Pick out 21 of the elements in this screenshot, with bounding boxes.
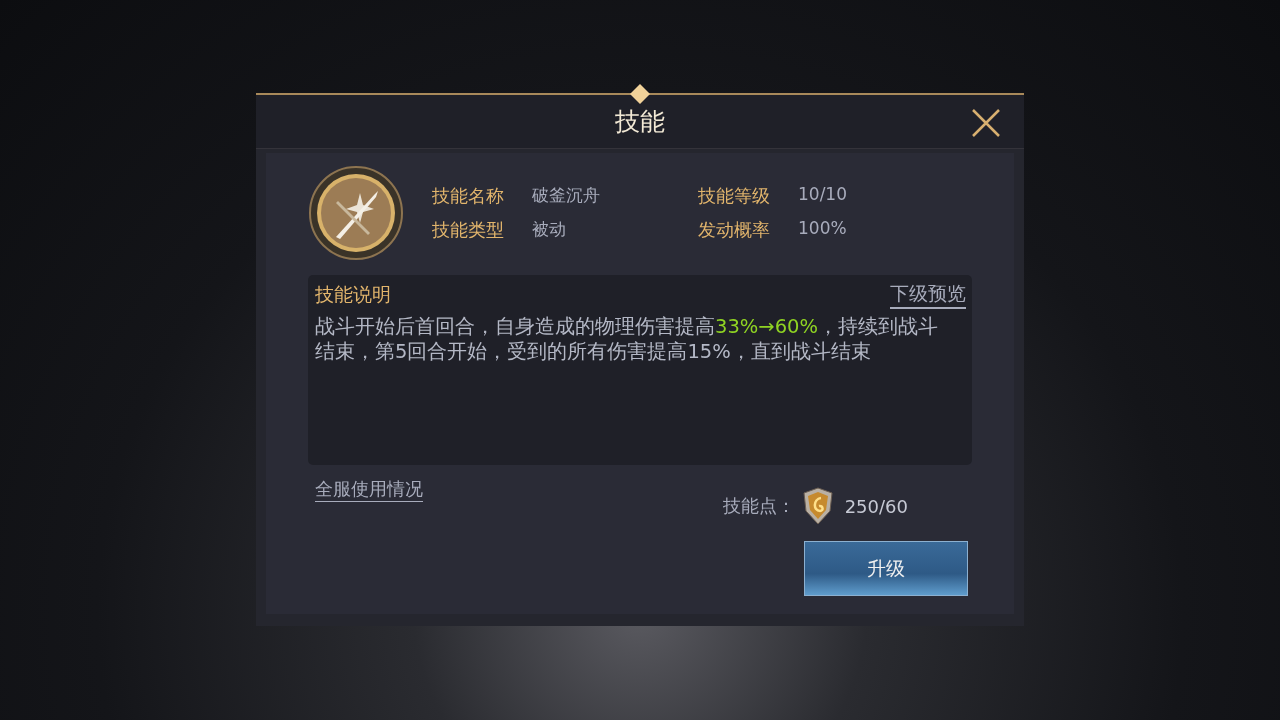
field-label: 技能等级 [698,184,771,208]
close-icon [970,107,1002,139]
field-label: 发动概率 [698,218,771,242]
skill-points-value: 250/60 [844,495,908,517]
server-usage-link[interactable]: 全服使用情况 [315,477,423,502]
crossed-swords-icon [308,165,404,261]
field-label: 技能类型 [432,218,505,242]
diamond-ornament-icon [630,84,650,104]
field-value: 100% [798,218,848,240]
field-value: 10/10 [798,184,848,206]
shield-icon [800,487,835,525]
field-value: 破釜沉舟 [532,184,601,207]
skill-points-label: 技能点： [722,494,795,518]
description-text: 战斗开始后首回合，自身造成的物理伤害提高33%→60%，持续到战斗结束，第5回合开始，受到的所有伤害提高15%，直到战斗结束 [315,314,940,364]
next-level-preview-link[interactable]: 下级预览 [890,281,966,309]
section-title: 技能说明 [315,282,391,307]
dialog-title: 技能 [615,106,665,138]
field-value: 被动 [532,218,567,241]
field-label: 技能名称 [432,184,505,208]
close-button[interactable] [970,107,1002,139]
upgrade-button[interactable]: 升级 [804,541,968,596]
